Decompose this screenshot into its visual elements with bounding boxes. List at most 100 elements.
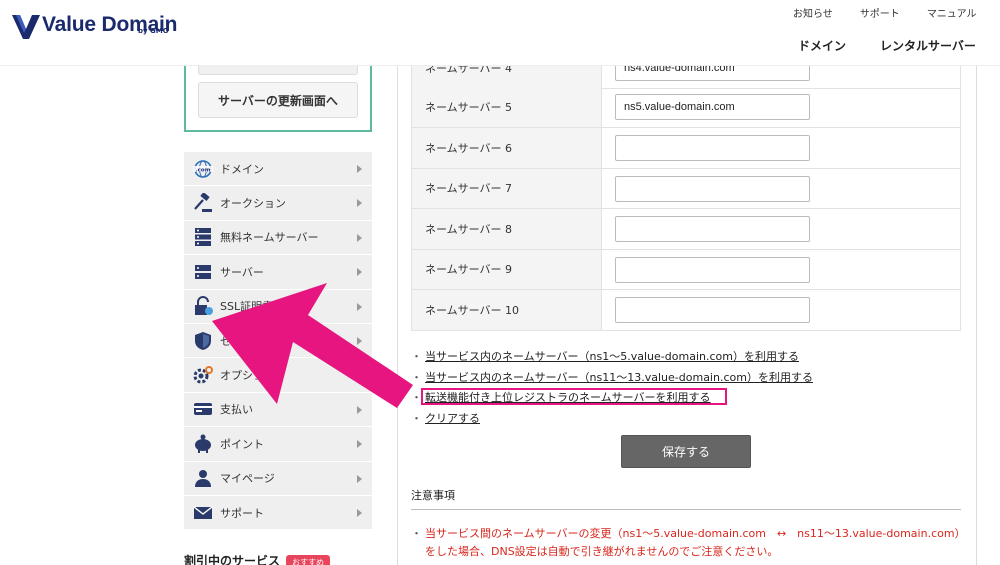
nav-rental-server[interactable]: レンタルサーバー <box>880 37 976 54</box>
notice-divider <box>411 509 961 510</box>
sidebar-item-label: オークション <box>220 197 286 211</box>
nameserver-label: ネームサーバー 5 <box>411 87 602 127</box>
sidebar-item-point[interactable]: ポイント <box>184 427 372 462</box>
nameserver-row-7: ネームサーバー 7 <box>411 168 961 210</box>
sidebar-item-label: セキュリティ <box>220 334 286 348</box>
chevron-right-icon <box>357 508 362 517</box>
top-link-news[interactable]: お知らせ <box>793 5 833 20</box>
sidebar-item-label: 支払い <box>220 403 253 417</box>
logo[interactable]: Value Domain <box>12 13 178 39</box>
sidebar-item-label: 無料ネームサーバー <box>220 231 319 245</box>
chevron-right-icon <box>357 336 362 345</box>
chevron-right-icon <box>357 371 362 380</box>
sidebar-item-label: ドメイン <box>220 162 264 176</box>
site-header: Value Domain by GMO お知らせ サポート マニュアル ラ ドメ… <box>0 0 1000 66</box>
sidebar-item-label: ポイント <box>220 437 264 451</box>
sidebar-item-free-nameserver[interactable]: 無料ネームサーバー <box>184 220 372 256</box>
svg-text:.com: .com <box>196 167 211 173</box>
sidebar-item-mypage[interactable]: マイページ <box>184 461 372 496</box>
sidebar-item-label: サーバー <box>220 265 264 279</box>
preset-links: ・ 当サービス内のネームサーバー（ns1〜5.value-domain.com）… <box>411 346 813 428</box>
nameserver-6-input[interactable] <box>615 135 810 161</box>
nameserver-5-input[interactable]: ns5.value-domain.com <box>615 94 810 120</box>
chevron-right-icon <box>357 474 362 483</box>
nameserver-cell: ns5.value-domain.com <box>602 87 961 127</box>
card-icon <box>192 399 214 419</box>
top-link-manual[interactable]: マニュアル <box>927 5 977 20</box>
nameserver-cell <box>602 249 961 290</box>
use-ns1-5-link[interactable]: 当サービス内のネームサーバー（ns1〜5.value-domain.com）を利… <box>425 348 799 364</box>
nameserver-7-input[interactable] <box>615 175 810 202</box>
sidebar-item-domain[interactable]: .com ドメイン <box>184 152 372 187</box>
nameserver-9-input[interactable] <box>615 256 810 283</box>
promo-box: サーバーの更新画面へ <box>184 58 372 132</box>
sidebar-item-label: オプション <box>220 369 275 383</box>
notice-line-2: をした場合、DNS設定は自動で引き継がれませんのでご注意ください。 <box>425 545 779 558</box>
nameserver-row-5: ネームサーバー 5 ns5.value-domain.com <box>411 87 961 128</box>
nameserver-row-9: ネームサーバー 9 <box>411 249 961 291</box>
notice-title: 注意事項 <box>411 489 455 502</box>
sidebar-item-server[interactable]: サーバー <box>184 255 372 290</box>
gear-icon <box>192 365 214 385</box>
auction-hammer-icon <box>192 193 214 213</box>
domain-com-icon: .com <box>192 159 214 179</box>
nameserver-8-input[interactable] <box>615 216 810 242</box>
sidebar-item-security[interactable]: セキュリティ <box>184 323 372 359</box>
nameserver-label: ネームサーバー 6 <box>411 128 602 168</box>
chevron-right-icon <box>357 233 362 242</box>
sidebar-menu: .com ドメイン オークション 無料ネームサーバー サーバー SSL証明書 セ… <box>184 152 372 531</box>
nameserver-cell <box>602 128 961 168</box>
clear-link[interactable]: クリアする <box>425 410 480 426</box>
mail-icon <box>192 503 214 523</box>
highlight-box <box>421 388 727 405</box>
nameserver-row-6: ネームサーバー 6 <box>411 128 961 169</box>
top-link-support[interactable]: サポート <box>860 5 900 20</box>
sidebar-item-label: SSL証明書 <box>220 300 274 314</box>
nameserver-label: ネームサーバー 7 <box>411 168 602 209</box>
page-root: Value Domain by GMO お知らせ サポート マニュアル ラ ドメ… <box>0 0 1000 565</box>
link-item: ・ 当サービス内のネームサーバー（ns11〜13.value-domain.co… <box>411 369 813 385</box>
link-item: ・ クリアする <box>411 410 480 426</box>
recommend-badge: おすすめ <box>286 555 330 565</box>
nameserver-cell <box>602 168 961 209</box>
nameserver-row-10: ネームサーバー 10 <box>411 290 961 331</box>
nameserver-row-8: ネームサーバー 8 <box>411 209 961 250</box>
save-button[interactable]: 保存する <box>621 435 751 468</box>
sidebar-item-payment[interactable]: 支払い <box>184 392 372 428</box>
main-nav: ドメイン レンタルサーバー <box>798 37 1000 54</box>
nav-domain[interactable]: ドメイン <box>798 37 846 54</box>
piggy-bank-icon <box>192 434 214 454</box>
sidebar-item-support[interactable]: サポート <box>184 495 372 531</box>
logo-by-gmo: by GMO <box>138 27 169 35</box>
use-ns11-13-link[interactable]: 当サービス内のネームサーバー（ns11〜13.value-domain.com）… <box>425 369 813 385</box>
notice-text: ・当サービス間のネームサーバーの変更（ns1〜5.value-domain.co… <box>411 525 971 561</box>
notice-line-1: ・当サービス間のネームサーバーの変更（ns1〜5.value-domain.co… <box>411 527 966 540</box>
server-icon <box>192 262 214 282</box>
nameserver-cell <box>602 290 961 330</box>
discount-services-title: 割引中のサービス <box>184 554 281 565</box>
nameserver-label: ネームサーバー 10 <box>411 290 602 330</box>
value-domain-logo-icon <box>12 15 40 39</box>
chevron-right-icon <box>357 165 362 173</box>
chevron-right-icon <box>357 302 362 311</box>
ssl-lock-icon <box>192 296 214 316</box>
server-stack-icon <box>192 227 214 247</box>
sidebar-item-ssl[interactable]: SSL証明書 <box>184 289 372 324</box>
sidebar-item-label: マイページ <box>220 472 275 486</box>
server-renewal-button[interactable]: サーバーの更新画面へ <box>198 82 358 118</box>
chevron-right-icon <box>357 405 362 414</box>
sidebar-item-auction[interactable]: オークション <box>184 186 372 221</box>
user-icon <box>192 468 214 488</box>
link-item: ・ 当サービス内のネームサーバー（ns1〜5.value-domain.com）… <box>411 348 799 364</box>
nameserver-label: ネームサーバー 8 <box>411 209 602 249</box>
shield-icon <box>192 331 214 351</box>
sidebar-item-label: サポート <box>220 506 264 520</box>
nameserver-label: ネームサーバー 9 <box>411 249 602 290</box>
top-links: お知らせ サポート マニュアル ラ <box>793 5 1000 20</box>
sidebar-item-option[interactable]: オプション <box>184 358 372 393</box>
chevron-right-icon <box>357 199 362 208</box>
nameserver-cell <box>602 209 961 249</box>
nameserver-10-input[interactable] <box>615 297 810 323</box>
chevron-right-icon <box>357 440 362 449</box>
chevron-right-icon <box>357 268 362 277</box>
